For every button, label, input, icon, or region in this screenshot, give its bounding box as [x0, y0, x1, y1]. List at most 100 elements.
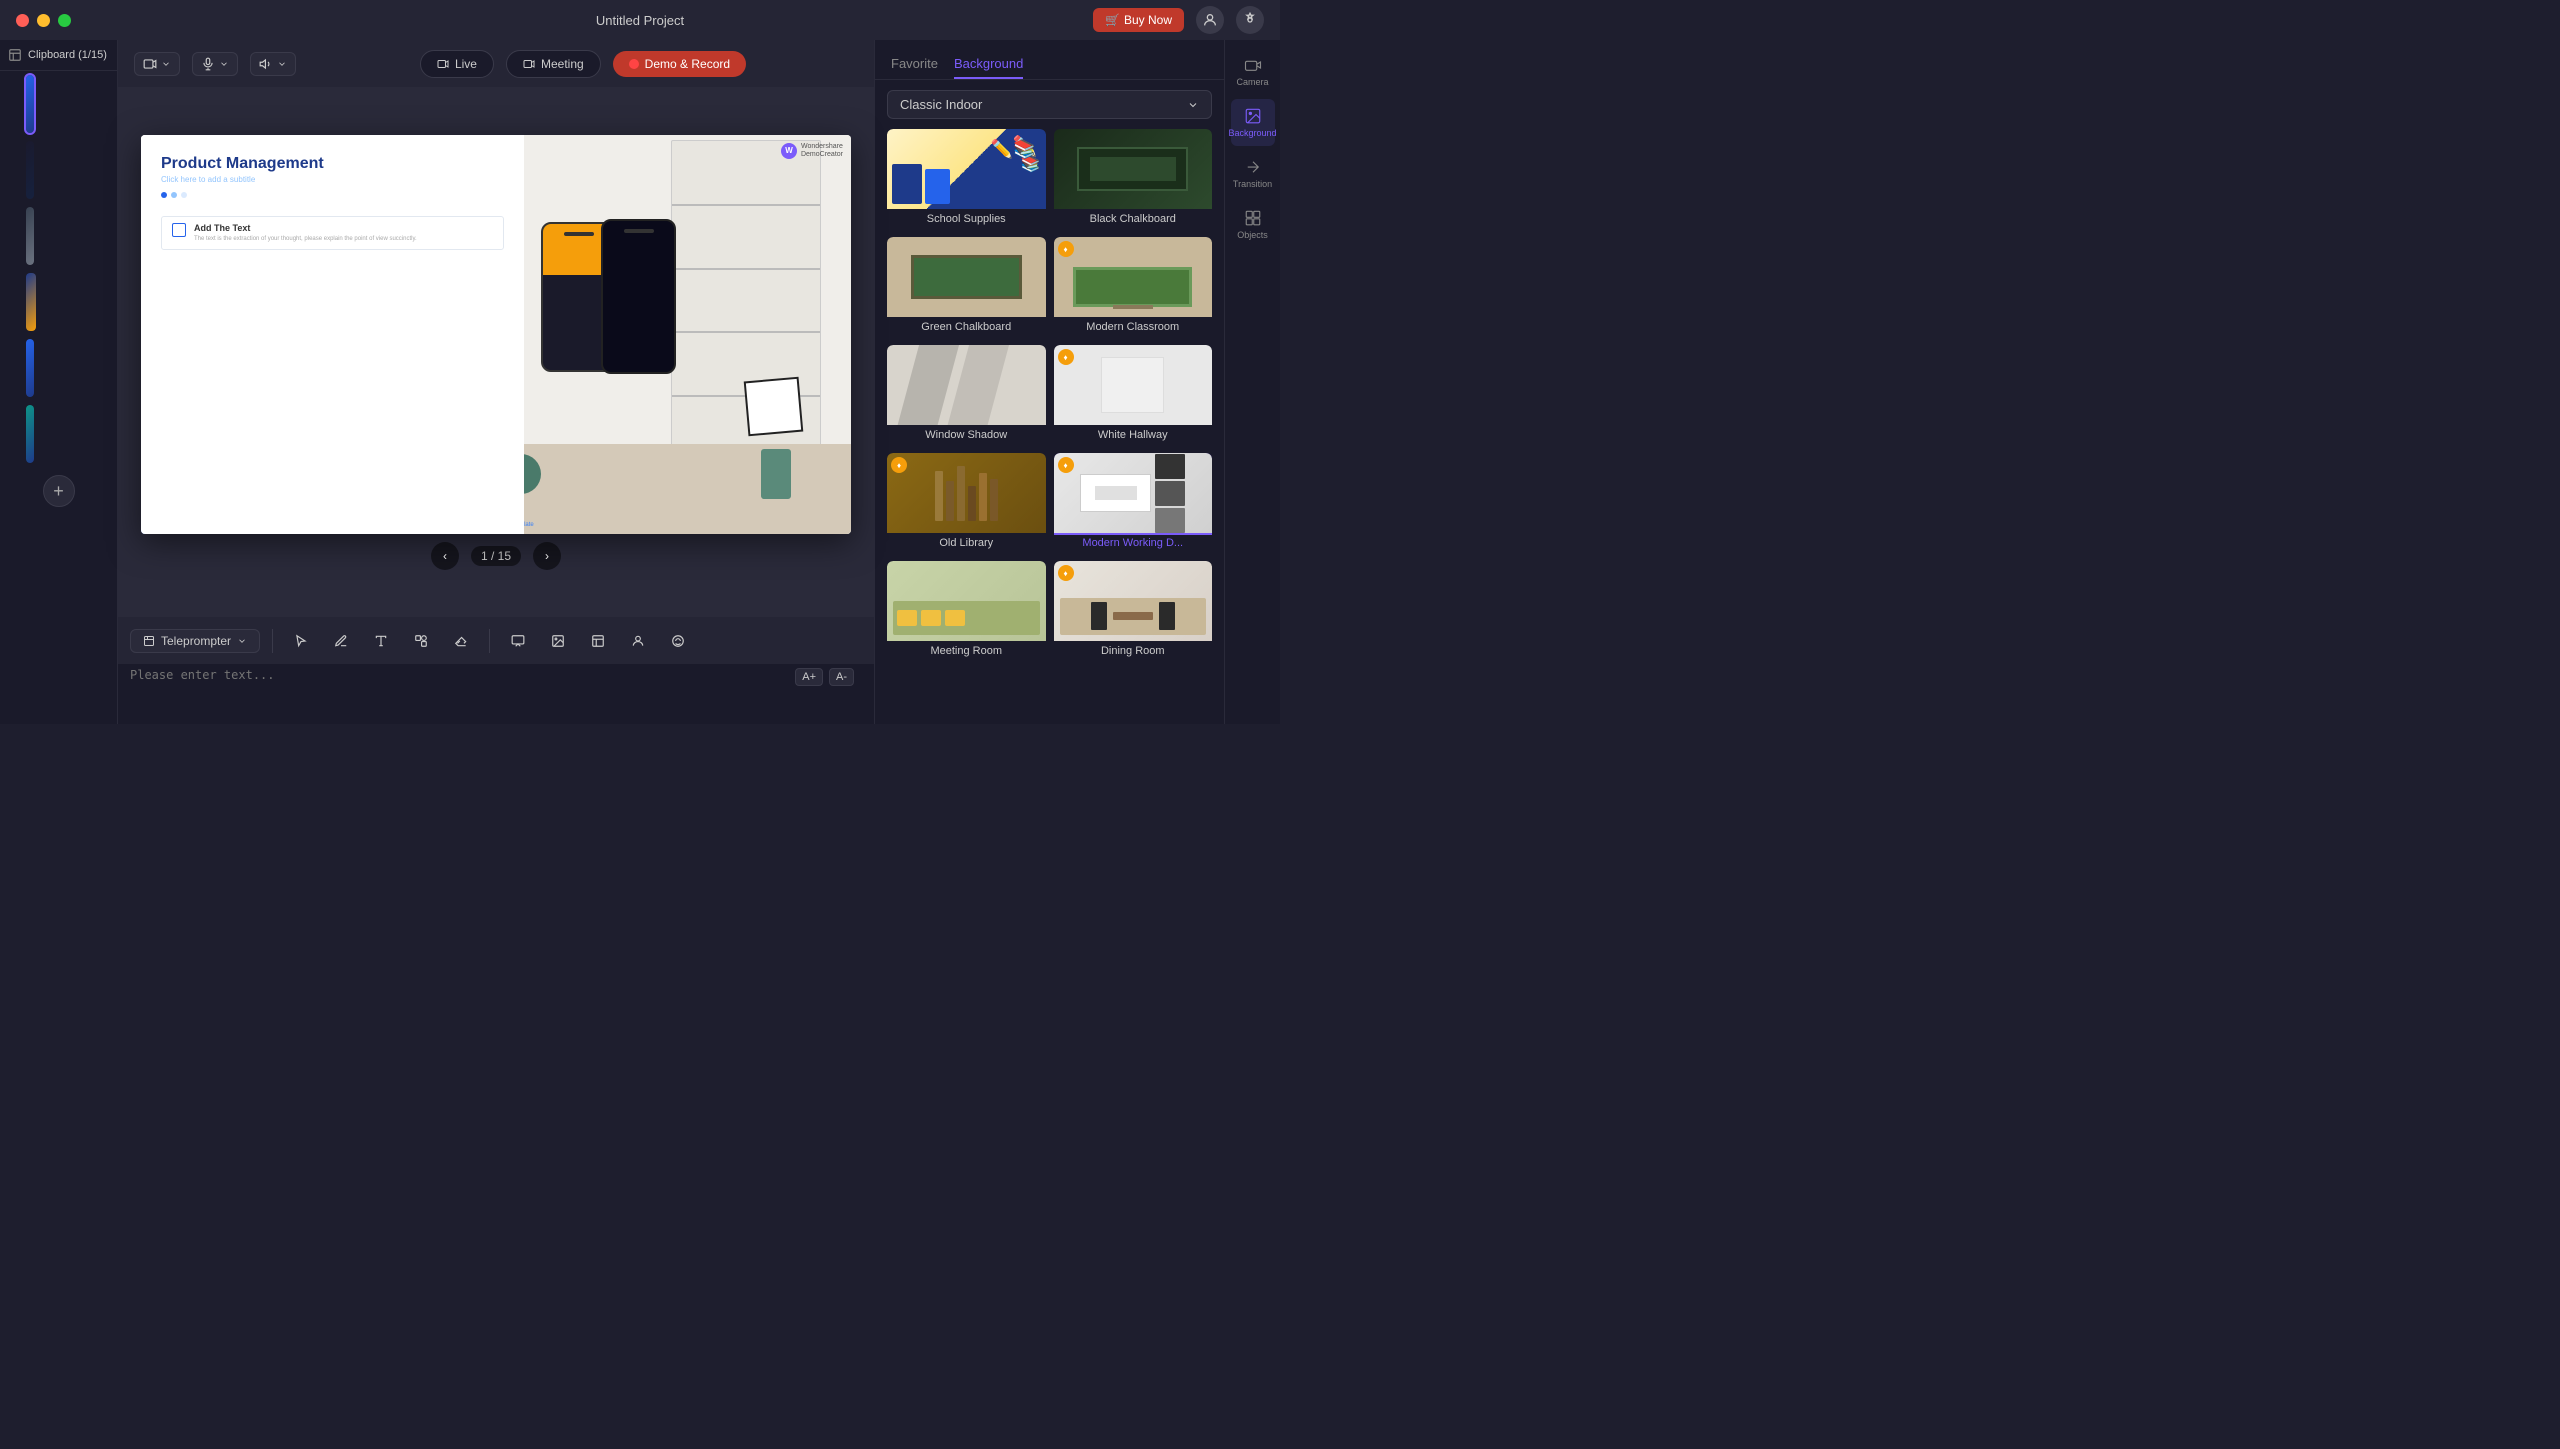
tab-background[interactable]: Background: [954, 50, 1023, 79]
slide-dots: [161, 192, 504, 198]
bg-old-library[interactable]: ♦ Old Library: [887, 453, 1046, 553]
bg-modern-working-label: Modern Working D...: [1054, 533, 1213, 553]
premium-badge-white-hallway: ♦: [1058, 349, 1074, 365]
slide-thumbnail-5[interactable]: [26, 339, 34, 397]
slide-canvas[interactable]: Product Management Click here to add a s…: [141, 135, 851, 534]
bg-black-chalkboard-label: Black Chalkboard: [1054, 209, 1213, 229]
cursor-tool-button[interactable]: [285, 625, 317, 657]
window-title: Untitled Project: [596, 13, 684, 28]
background-grid: ✏️ 📚 School Supplies Black Chalkboard: [875, 129, 1224, 661]
demo-label: Demo & Record: [645, 57, 730, 71]
layout-tool-button[interactable]: [582, 625, 614, 657]
speaker-button[interactable]: [250, 52, 296, 76]
slide-counter: 1 / 15: [471, 546, 521, 566]
premium-badge-old-library: ♦: [891, 457, 907, 473]
speaker-group: [250, 52, 296, 76]
bg-modern-working[interactable]: ♦ Modern Working D...: [1054, 453, 1213, 553]
main-area: Live Meeting Demo & Record: [118, 40, 874, 724]
slide-thumbnail-2[interactable]: [26, 141, 34, 199]
traffic-lights: [16, 14, 71, 27]
sidebar-background-button[interactable]: Background: [1231, 99, 1275, 146]
bg-black-chalkboard[interactable]: Black Chalkboard: [1054, 129, 1213, 229]
sidebar-camera-button[interactable]: Camera: [1231, 48, 1275, 95]
user-icon[interactable]: [1196, 6, 1224, 34]
category-dropdown[interactable]: Classic Indoor: [887, 90, 1212, 119]
font-size-increase-button[interactable]: A+: [795, 668, 823, 686]
add-text-desc: The text is the extraction of your thoug…: [194, 235, 417, 243]
live-button[interactable]: Live: [420, 50, 494, 78]
sidebar-title: Clipboard (1/15): [28, 49, 107, 61]
close-button[interactable]: [16, 14, 29, 27]
meeting-label: Meeting: [541, 57, 584, 71]
virtual-cam-group: [134, 52, 180, 76]
toolbar-divider-1: [272, 629, 273, 653]
slide-title: Product Management: [161, 155, 504, 173]
bg-school-supplies[interactable]: ✏️ 📚 School Supplies: [887, 129, 1046, 229]
minimize-button[interactable]: [37, 14, 50, 27]
eraser-tool-button[interactable]: [445, 625, 477, 657]
sidebar-transition-button[interactable]: Transition: [1231, 150, 1275, 197]
image-tool-button[interactable]: [542, 625, 574, 657]
live-label: Live: [455, 57, 477, 71]
add-slide-button[interactable]: +: [43, 475, 75, 507]
sidebar-header: Clipboard (1/15): [0, 40, 117, 71]
bg-meeting-room-label: Meeting Room: [887, 641, 1046, 661]
sign-sticker: YOU GOT THIS: [744, 376, 804, 436]
bg-white-hallway[interactable]: ♦ White Hallway: [1054, 345, 1213, 445]
slide-thumbnail-1[interactable]: [26, 75, 34, 133]
bg-green-chalkboard-label: Green Chalkboard: [887, 317, 1046, 337]
sticker-tool-button[interactable]: [662, 625, 694, 657]
tab-favorite[interactable]: Favorite: [891, 50, 938, 79]
bg-old-library-label: Old Library: [887, 533, 1046, 553]
virtual-cam-button[interactable]: [134, 52, 180, 76]
bg-meeting-room[interactable]: Meeting Room: [887, 561, 1046, 661]
top-toolbar: Live Meeting Demo & Record: [118, 40, 874, 88]
prev-slide-button[interactable]: ‹: [431, 542, 459, 570]
slide-row-6: 6: [0, 401, 117, 467]
teleprompter-text-area: A+ A-: [118, 664, 874, 724]
sidebar-objects-button[interactable]: Objects: [1231, 201, 1275, 248]
bg-green-chalkboard[interactable]: Green Chalkboard: [887, 237, 1046, 337]
teleprompter-button[interactable]: Teleprompter: [130, 629, 260, 653]
bg-window-shadow-label: Window Shadow: [887, 425, 1046, 445]
slide-row-1: 1: [0, 71, 117, 137]
right-panel: Favorite Background Classic Indoor ✏️ 📚 …: [874, 40, 1224, 724]
add-text-label: Add The Text: [194, 223, 417, 233]
maximize-button[interactable]: [58, 14, 71, 27]
panel-tabs: Favorite Background: [875, 40, 1224, 80]
bottom-section: Teleprompter: [118, 616, 874, 724]
pen-tool-button[interactable]: [325, 625, 357, 657]
buy-now-button[interactable]: 🛒 Buy Now: [1093, 8, 1184, 32]
logo-icon: W: [781, 143, 797, 159]
bg-modern-classroom[interactable]: ♦ Modern Classroom: [1054, 237, 1213, 337]
text-tool-button[interactable]: [365, 625, 397, 657]
teleprompter-input[interactable]: [130, 668, 795, 696]
next-slide-button[interactable]: ›: [533, 542, 561, 570]
bg-dining-room[interactable]: ♦ Dining Room: [1054, 561, 1213, 661]
mic-button[interactable]: [192, 52, 238, 76]
mic-group: [192, 52, 238, 76]
settings-icon[interactable]: [1236, 6, 1264, 34]
person-tool-button[interactable]: [622, 625, 654, 657]
slide-header: Product Management Click here to add a s…: [141, 135, 524, 208]
toolbar-divider-2: [489, 629, 490, 653]
premium-badge-modern-working: ♦: [1058, 457, 1074, 473]
logo-text: WondershareDemoCreator: [801, 143, 843, 160]
slide-thumbnail-3[interactable]: [26, 207, 34, 265]
meeting-button[interactable]: Meeting: [506, 50, 601, 78]
demo-record-button[interactable]: Demo & Record: [613, 51, 746, 77]
phone-mockups: [541, 150, 741, 444]
slide-thumbnail-6[interactable]: [26, 405, 34, 463]
chevron-down-icon: [1187, 99, 1199, 111]
slide-navigation: ‹ 1 / 15 ›: [431, 542, 561, 570]
title-bar: Untitled Project 🛒 Buy Now: [0, 0, 1280, 40]
slide-row-4: 4: [0, 269, 117, 335]
font-size-decrease-button[interactable]: A-: [829, 668, 854, 686]
dropdown-label: Classic Indoor: [900, 97, 982, 112]
screen-tool-button[interactable]: [502, 625, 534, 657]
shape-tool-button[interactable]: [405, 625, 437, 657]
bg-window-shadow[interactable]: ♦ Window Shadow: [887, 345, 1046, 445]
slide-thumbnail-4[interactable]: [26, 273, 36, 331]
canvas-area: Product Management Click here to add a s…: [118, 88, 874, 616]
bottom-toolbar: Teleprompter: [118, 616, 874, 664]
